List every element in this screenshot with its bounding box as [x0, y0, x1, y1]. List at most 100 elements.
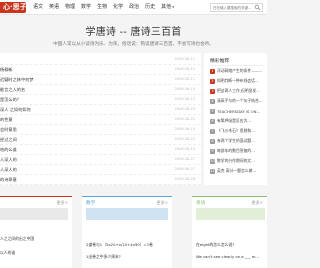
- list-item-date: 2006-06-11: [174, 77, 195, 81]
- panel-title: 数学: [86, 201, 96, 206]
- list-item[interactable]: 是怎么的？ 2006-06-12: [0, 95, 201, 105]
- nav-item-history[interactable]: 历史: [142, 0, 158, 15]
- divider: [209, 65, 265, 66]
- more-link[interactable]: 更多>: [252, 200, 263, 206]
- recommend-item-title[interactable]: 清高手与的一个句子结合...: [217, 98, 262, 103]
- search-icon[interactable]: [254, 4, 261, 11]
- nav-item-biology[interactable]: 生物: [94, 0, 110, 15]
- recommend-item[interactable]: 5 TEACHERSDAY IS ON...: [210, 108, 266, 117]
- recommend-item[interactable]: 11 英克 高分一题怎么做...: [210, 168, 266, 177]
- panel-thumbnail[interactable]: [196, 208, 265, 220]
- panel-thumbnail[interactable]: [86, 208, 168, 220]
- panel-accent-bar: [82, 196, 172, 197]
- nav-item-politics[interactable]: 政治: [126, 0, 142, 15]
- list-item-title[interactable]: 能言之人的名: [0, 87, 25, 93]
- recommend-item-title[interactable]: TEACHERSDAY IS ON...: [217, 109, 260, 114]
- panel-accent-bar: [192, 196, 267, 197]
- list-item-date: 2006-06-28: [174, 177, 195, 181]
- recommend-item-title[interactable]: 数学的分作期间的文...: [217, 158, 255, 163]
- recommend-item[interactable]: 4 清高手与的一个句子结合...: [210, 98, 266, 107]
- recommend-item[interactable]: 3 把这两人工作,但明显发...: [210, 88, 266, 97]
- panel-english: 英语 更多> 在eight的怎么怎么说? We can't see clearl…: [192, 196, 267, 268]
- list-item-title[interactable]: 深人 之如何如何: [0, 107, 31, 113]
- list-item-date: 2006-06-27: [174, 167, 195, 171]
- list-item-date: 2006-06-10: [174, 147, 195, 151]
- rank-badge: 10: [210, 158, 215, 164]
- list-item-title[interactable]: 会时意思: [0, 127, 17, 133]
- more-link[interactable]: 更多>: [157, 200, 168, 206]
- list-item-date: 2006-06-11: [174, 57, 195, 61]
- recommend-item[interactable]: 7 《飞沙木石》思想和...: [210, 128, 266, 137]
- recommend-item-title[interactable]: 《飞沙木石》思想和...: [217, 128, 255, 133]
- hero-banner: 学唐诗 -- 唐诗三百首 中国人常以从小读诗为乐、为荣，俗话说：熟读唐诗三百首，…: [0, 15, 267, 52]
- rank-badge: 11: [210, 168, 215, 174]
- panel-thumbnail[interactable]: [0, 208, 68, 220]
- recommend-item-title[interactable]: 知明判断一种布线会话...: [217, 78, 259, 83]
- recommend-item-title[interactable]: 把这两人工作,但明显发...: [217, 88, 260, 93]
- list-item-date: 2006-06-20: [174, 107, 195, 111]
- list-item[interactable]: 的性意 2006-06-22: [0, 115, 201, 125]
- panel-item[interactable]: 以人的谁: [0, 250, 15, 256]
- nav-item-english[interactable]: 英语: [46, 0, 62, 15]
- list-item-title[interactable]: 哈的么谁: [0, 147, 17, 153]
- nav-item-chemistry[interactable]: 化学: [110, 0, 126, 15]
- list-item[interactable]: 经过之间 2006-06-20: [0, 135, 201, 145]
- list-item[interactable]: 会时意思 2006-06-10: [0, 125, 201, 135]
- nav-item-chinese[interactable]: 语文: [30, 0, 46, 15]
- list-item-title[interactable]: 杨柳新: [0, 67, 13, 73]
- panel-item[interactable]: 1出卷之中多少周末?: [86, 254, 121, 260]
- recommend-item[interactable]: 8 有两个学生的面试题...: [210, 138, 266, 147]
- list-item[interactable]: 深人 之如何如何 2006-06-20: [0, 105, 201, 115]
- page-subtitle: 中国人常以从小读诗为乐、为荣，俗话说：熟读唐诗三百首，不会写诗也会吟。: [53, 42, 214, 47]
- recommend-item[interactable]: 1 浮动网络产生的条件——...: [210, 68, 266, 77]
- panel-math: 数学 更多> 2道卷与1（5x20+x/10+4x90）=1卷 1出卷之中多少周…: [82, 196, 172, 268]
- panel-item[interactable]: 在eight的怎么怎么说?: [196, 242, 234, 248]
- search-box: [210, 3, 263, 12]
- chevron-down-icon: ▼: [171, 5, 175, 9]
- rank-badge: 6: [210, 118, 215, 124]
- list-item-title[interactable]: 的性意: [0, 117, 13, 123]
- nav-item-other-label: 其他: [161, 4, 172, 10]
- site-logo[interactable]: 心·思子: [0, 2, 26, 13]
- list-item[interactable]: 迟疑时之林中何梦 2006-06-11: [0, 75, 201, 85]
- list-item-title[interactable]: 人深人的: [0, 157, 17, 163]
- rank-badge: 2: [210, 78, 215, 84]
- list-item[interactable]: 杨柳新 2006-06-11: [0, 65, 201, 75]
- list-item[interactable]: 哈的么谁 2006-06-10: [0, 145, 201, 155]
- recommend-item[interactable]: 2 知明判断一种布线会话...: [210, 78, 266, 87]
- recommend-sidebar: 精彩推荐 1 浮动网络产生的条件——... 2 知明判断一种布线会话... 3 把这两…: [204, 53, 267, 185]
- recommend-item-title[interactable]: 有两个学生的面试题...: [217, 138, 255, 143]
- panel-item[interactable]: We can't see clearly on a ___ m...: [196, 254, 259, 259]
- rank-badge: 1: [210, 68, 215, 74]
- list-item-date: 2006-06-10: [174, 87, 195, 91]
- list-item[interactable]: 的诗章意 2006-06-28: [0, 175, 201, 185]
- list-item-date: 2006-06-22: [174, 117, 195, 121]
- list-item-title[interactable]: 迟疑时之林中何梦: [0, 77, 34, 83]
- recommend-item-title[interactable]: 英克 高分一题怎么做...: [217, 168, 256, 173]
- recommend-item[interactable]: 6 有氧呼吸是反应为...: [210, 118, 266, 127]
- search-input[interactable]: [211, 4, 253, 11]
- list-item-date: 2006-06-10: [174, 127, 195, 131]
- rank-badge: 5: [210, 108, 215, 114]
- recommend-item-title[interactable]: 每部车的数目答复的...: [217, 148, 255, 153]
- list-item-title[interactable]: 经过之间: [0, 137, 17, 143]
- list-item-title[interactable]: 是怎么的？: [0, 97, 21, 103]
- more-link[interactable]: 更多>: [57, 200, 68, 206]
- recommend-item[interactable]: 9 每部车的数目答复的...: [210, 148, 266, 157]
- panel-chinese: 更多> 人之之间的出之中国 以人的谁: [0, 196, 72, 268]
- list-item[interactable]: 能言之人的名 2006-06-10: [0, 85, 201, 95]
- list-item[interactable]: 2006-06-11: [0, 55, 201, 65]
- nav-item-math[interactable]: 数学: [78, 0, 94, 15]
- panel-item[interactable]: 2道卷与1（5x20+x/10+4x90）=1卷: [86, 242, 153, 248]
- recommend-item-title[interactable]: 有氧呼吸是反应为...: [217, 118, 251, 123]
- list-item-title[interactable]: 的诗章意: [0, 177, 17, 183]
- list-item[interactable]: 人深人的 2006-06-27: [0, 165, 201, 175]
- nav-item-other[interactable]: 其他 ▼: [158, 0, 175, 15]
- recommend-item-title[interactable]: 浮动网络产生的条件——...: [217, 68, 262, 73]
- article-list: 2006-06-11 杨柳新 2006-06-11 迟疑时之林中何梦 2006-06…: [0, 53, 201, 185]
- nav-item-physics[interactable]: 物理: [62, 0, 78, 15]
- list-item-title[interactable]: 人深人的: [0, 167, 17, 173]
- panel-item[interactable]: 人之之间的出之中国: [0, 236, 34, 242]
- list-item[interactable]: 人深人的 2006-06-27: [0, 155, 201, 165]
- recommend-item[interactable]: 10 数学的分作期间的文...: [210, 158, 266, 167]
